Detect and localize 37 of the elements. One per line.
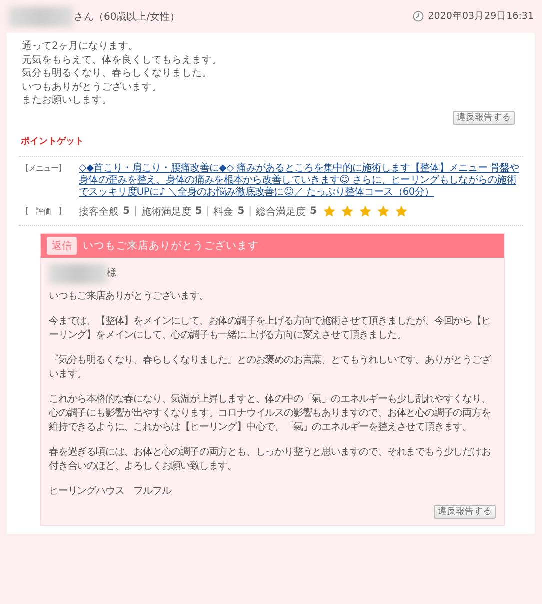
salutation: 様 (107, 266, 117, 280)
rating-name: 料金 (214, 206, 234, 218)
rating-value: 5 (238, 206, 245, 217)
star-icon (341, 205, 354, 218)
rating-value: 5 (310, 206, 317, 217)
reply-paragraph: いつもご来店ありがとうございます。 (49, 290, 210, 304)
reply-paragraph: 『気分も明るくなり、春らしくなりました』とのお褒めのお言葉、とてもうれしいです。ありがとうございます。 (49, 354, 492, 382)
review-text: 通って2ヶ月になります。 元気をもらえて、体を良くしてもらえます。 気分も明るくなり、春らしくなりました。 いつもありがとうございます。 またお願いします。 (21, 40, 223, 108)
reply-paragraph: ヒーリングハウス フルフル (49, 484, 173, 498)
star-icon (395, 205, 408, 218)
rating-value: 5 (195, 206, 202, 217)
separator: | (248, 206, 252, 217)
rating-name: 施術満足度 (141, 206, 192, 218)
post-date: 2020年03月29日16:31 (428, 10, 534, 23)
star-icon (377, 205, 390, 218)
blurred-name (49, 264, 107, 284)
point-label: ポイントゲット (21, 136, 85, 148)
menu-link[interactable]: ◇◆首こり・肩こり・腰痛改善に◆◇ 痛みがあるところを集中的に施術します【整体】メニュー 骨盤や身体の歪みを整え、身体の痛みを根本から改善していきます☺ さらに、ヒーリングもしながらの施術でスッキリ度UPに♪ ＼全身のお悩み徹底改善に☺／ たっぷり整体コース（60分） (79, 162, 521, 198)
star-icon (359, 205, 372, 218)
reviewer-info: さん（60歳以上/女性） (74, 10, 180, 24)
reply-badge: 返信 (47, 236, 77, 254)
rating-label: 【 評価 】 (21, 206, 67, 217)
reply-paragraph: 今までは、【整体】をメインにして、お体の調子を上げる方向で施術させて頂きましたが、今回から【ヒーリング】をメインにして、心の調子も一緒に上げる方向に変えさせて頂きました。 (49, 314, 492, 342)
report-button[interactable]: 違反報告する (453, 110, 515, 124)
rating-value: 5 (123, 206, 130, 217)
rating-name: 接客全般 (79, 206, 119, 218)
star-icon (323, 205, 336, 218)
menu-label: 【メニュー】 (21, 162, 67, 174)
separator: | (134, 206, 138, 217)
blurred-name (9, 6, 73, 26)
rating-name: 総合満足度 (256, 206, 306, 218)
separator: | (206, 206, 210, 217)
reply-paragraph: これから本格的な春になり、気温が上昇しますと、体の中の「氣」のエネルギーも少し乱れやすくなり、心の調子にも影響が出やすくなります。コロナウイルスの影響もありますので、お体と心の調子の両方を維持できるように、これからは【ヒーリング】中心で、「氣」のエネルギーを整えさせて頂きます。 (49, 392, 492, 434)
clock-icon (413, 11, 424, 22)
reply-paragraph: 春を過ぎる頃には、お体と心の調子の両方とも、しっかり整うと思いますので、それまでもう少しだけお付き合いのほど、よろしくお願い致します。 (49, 446, 492, 474)
reply-title: いつもご来店ありがとうございます (83, 238, 259, 252)
report-button[interactable]: 違反報告する (434, 504, 496, 518)
